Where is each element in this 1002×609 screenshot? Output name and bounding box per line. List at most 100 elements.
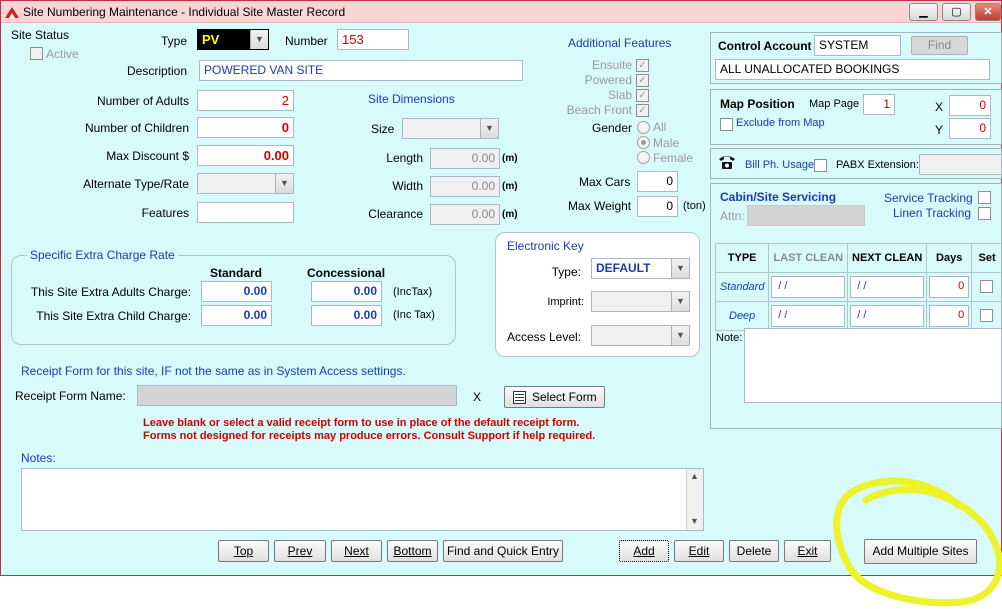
extra-child-concessional-input[interactable]: 0.00 xyxy=(311,305,382,326)
edit-button[interactable]: Edit xyxy=(674,540,724,562)
type-label: Type xyxy=(161,34,188,48)
description-input[interactable]: POWERED VAN SITE xyxy=(199,60,523,81)
key-type-combo[interactable]: DEFAULT ▼ xyxy=(591,258,690,279)
next-clean-input[interactable]: / / xyxy=(850,305,925,327)
minimize-button[interactable]: ▁ xyxy=(909,3,938,21)
clearance-input[interactable]: 0.00 xyxy=(430,204,500,225)
last-clean-cell[interactable]: / / xyxy=(768,301,849,331)
delete-button[interactable]: Delete xyxy=(729,540,779,562)
gender-male-radio[interactable] xyxy=(637,136,650,149)
max-weight-input[interactable]: 0 xyxy=(637,196,678,217)
days-input[interactable]: 0 xyxy=(929,276,970,298)
bottom-button[interactable]: Bottom xyxy=(387,540,438,562)
find-account-button[interactable]: Find xyxy=(911,36,968,55)
map-page-input[interactable]: 1 xyxy=(863,94,895,115)
days-input[interactable]: 0 xyxy=(929,305,970,327)
set-cell[interactable] xyxy=(971,301,1002,331)
type-combo[interactable]: PV ▼ xyxy=(197,29,269,50)
max-cars-label: Max Cars xyxy=(579,175,631,189)
prev-button[interactable]: Prev xyxy=(274,540,326,562)
control-account-description: ALL UNALLOCATED BOOKINGS xyxy=(715,59,990,80)
width-input[interactable]: 0.00 xyxy=(430,176,500,197)
key-type-value: DEFAULT xyxy=(596,261,651,275)
chevron-down-icon[interactable]: ▼ xyxy=(250,30,268,49)
imprint-label: Imprint: xyxy=(547,296,584,308)
max-weight-unit: (ton) xyxy=(683,200,706,212)
adults-input[interactable]: 2 xyxy=(197,90,294,111)
slab-checkbox[interactable]: ✓ xyxy=(636,89,649,102)
last-clean-input[interactable]: / / xyxy=(771,305,846,327)
receipt-heading: Receipt Form for this site, IF not the s… xyxy=(21,364,406,378)
concessional-header: Concessional xyxy=(307,266,386,280)
maximize-button[interactable]: ▢ xyxy=(942,3,971,21)
exclude-map-checkbox[interactable] xyxy=(720,118,733,131)
receipt-name-input[interactable] xyxy=(137,385,457,406)
features-input[interactable] xyxy=(197,202,294,223)
add-button-label: Add xyxy=(633,544,655,558)
chevron-down-icon[interactable]: ▼ xyxy=(480,119,498,138)
number-input[interactable]: 153 xyxy=(337,29,409,50)
width-unit: (m) xyxy=(502,181,518,192)
extra-adults-concessional-input[interactable]: 0.00 xyxy=(311,281,382,302)
add-multiple-sites-button[interactable]: Add Multiple Sites xyxy=(864,539,977,564)
map-y-input[interactable]: 0 xyxy=(949,118,991,139)
window-title: Site Numbering Maintenance - Individual … xyxy=(23,5,346,19)
next-button[interactable]: Next xyxy=(331,540,382,562)
select-form-button[interactable]: Select Form xyxy=(504,386,605,408)
last-clean-cell[interactable]: / / xyxy=(768,272,849,302)
close-button[interactable]: ✕ xyxy=(975,3,1001,21)
attn-input[interactable] xyxy=(747,205,865,226)
next-clean-cell[interactable]: / / xyxy=(847,301,928,331)
add-button[interactable]: Add xyxy=(619,540,669,562)
extra-adults-standard-input[interactable]: 0.00 xyxy=(201,281,272,302)
chevron-down-icon[interactable]: ▼ xyxy=(671,326,689,345)
scroll-up-icon[interactable]: ▲ xyxy=(690,471,699,481)
form-icon xyxy=(513,391,526,404)
next-clean-cell[interactable]: / / xyxy=(847,272,928,302)
exit-button[interactable]: Exit xyxy=(784,540,831,562)
alt-type-combo[interactable]: ▼ xyxy=(197,173,294,194)
description-label: Description xyxy=(127,64,188,78)
gender-all-radio[interactable] xyxy=(637,121,650,134)
chevron-down-icon[interactable]: ▼ xyxy=(671,292,689,311)
service-tracking-checkbox[interactable] xyxy=(978,191,991,204)
beach-front-checkbox[interactable]: ✓ xyxy=(636,104,649,117)
length-input[interactable]: 0.00 xyxy=(430,148,500,169)
header-set: Set xyxy=(971,243,1002,273)
notes-scrollbar[interactable]: ▲ ▼ xyxy=(686,469,703,530)
linen-tracking-checkbox[interactable] xyxy=(978,207,991,220)
set-checkbox[interactable] xyxy=(980,280,994,293)
pabx-input[interactable] xyxy=(919,154,1002,175)
scroll-down-icon[interactable]: ▼ xyxy=(690,516,699,526)
max-discount-input[interactable]: 0.00 xyxy=(197,145,294,166)
size-combo[interactable]: ▼ xyxy=(402,118,499,139)
powered-checkbox[interactable]: ✓ xyxy=(636,74,649,87)
telephone-icon xyxy=(719,156,735,169)
extra-child-standard-input[interactable]: 0.00 xyxy=(201,305,272,326)
last-clean-input[interactable]: / / xyxy=(771,276,846,298)
notes-textarea[interactable]: ▲ ▼ xyxy=(21,468,704,531)
top-button[interactable]: Top xyxy=(218,540,269,562)
set-cell[interactable] xyxy=(971,272,1002,302)
set-checkbox[interactable] xyxy=(980,309,994,322)
map-x-input[interactable]: 0 xyxy=(949,95,991,116)
max-cars-input[interactable]: 0 xyxy=(637,171,678,192)
receipt-clear-button[interactable]: X xyxy=(473,390,481,404)
imprint-combo[interactable]: ▼ xyxy=(591,291,690,312)
bill-usage-checkbox[interactable] xyxy=(814,159,827,172)
control-account-input[interactable]: SYSTEM xyxy=(814,35,901,56)
days-cell[interactable]: 0 xyxy=(926,272,973,302)
note-textarea[interactable] xyxy=(744,328,1002,403)
chevron-down-icon[interactable]: ▼ xyxy=(275,174,293,193)
ensuite-checkbox[interactable]: ✓ xyxy=(636,59,649,72)
children-input[interactable]: 0 xyxy=(197,117,294,138)
days-cell[interactable]: 0 xyxy=(926,301,973,331)
linen-tracking-label: Linen Tracking xyxy=(893,206,972,220)
active-checkbox[interactable] xyxy=(30,47,43,60)
chevron-down-icon[interactable]: ▼ xyxy=(671,259,689,278)
access-level-combo[interactable]: ▼ xyxy=(591,325,690,346)
next-clean-input[interactable]: / / xyxy=(850,276,925,298)
gender-female-radio[interactable] xyxy=(637,151,650,164)
header-type: TYPE xyxy=(714,243,770,273)
find-quick-entry-button[interactable]: Find and Quick Entry xyxy=(443,540,563,562)
